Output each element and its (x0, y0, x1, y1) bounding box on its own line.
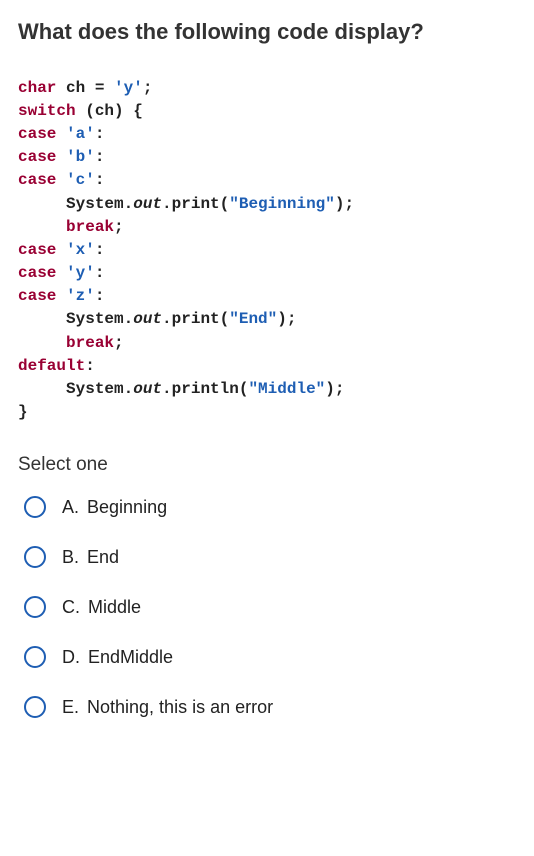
code-token: : (95, 171, 105, 189)
option-a[interactable]: A. Beginning (24, 496, 516, 518)
code-token: "End" (229, 310, 277, 328)
option-letter: B. (62, 547, 79, 568)
code-token: break (66, 334, 114, 352)
code-token (18, 218, 66, 236)
code-block: char ch = 'y'; switch (ch) { case 'a': c… (18, 77, 516, 425)
code-token: : (95, 148, 105, 166)
code-token: break (66, 218, 114, 236)
code-token: (ch) { (76, 102, 143, 120)
code-token: 'b' (66, 148, 95, 166)
radio-icon[interactable] (24, 496, 46, 518)
option-c[interactable]: C. Middle (24, 596, 516, 618)
code-token: ; (114, 218, 124, 236)
code-token: : (95, 264, 105, 282)
code-token: System. (18, 380, 133, 398)
option-letter: E. (62, 697, 79, 718)
code-token: ); (325, 380, 344, 398)
question-title: What does the following code display? (18, 18, 516, 47)
code-token: out (133, 195, 162, 213)
code-token: 'y' (66, 264, 95, 282)
option-letter: C. (62, 597, 80, 618)
code-token: : (95, 125, 105, 143)
code-token (18, 334, 66, 352)
radio-icon[interactable] (24, 596, 46, 618)
option-label: C. Middle (62, 597, 141, 618)
code-token: out (133, 310, 162, 328)
code-token: switch (18, 102, 76, 120)
option-e[interactable]: E. Nothing, this is an error (24, 696, 516, 718)
option-letter: A. (62, 497, 79, 518)
code-token: "Middle" (248, 380, 325, 398)
code-token: 'y' (114, 79, 143, 97)
code-token: } (18, 403, 28, 421)
code-token: 'c' (66, 171, 95, 189)
code-token: : (95, 241, 105, 259)
code-token: 'z' (66, 287, 95, 305)
code-token: .print( (162, 195, 229, 213)
option-text: Nothing, this is an error (87, 697, 273, 718)
code-token: case (18, 287, 66, 305)
option-text: EndMiddle (88, 647, 173, 668)
code-token: : (95, 287, 105, 305)
code-token: ); (277, 310, 296, 328)
radio-icon[interactable] (24, 646, 46, 668)
radio-icon[interactable] (24, 696, 46, 718)
option-text: Middle (88, 597, 141, 618)
option-text: Beginning (87, 497, 167, 518)
code-token: case (18, 148, 66, 166)
options-list: A. Beginning B. End C. Middle D. EndMidd… (18, 496, 516, 718)
option-text: End (87, 547, 119, 568)
option-label: D. EndMiddle (62, 647, 173, 668)
option-d[interactable]: D. EndMiddle (24, 646, 516, 668)
code-token: ); (335, 195, 354, 213)
option-b[interactable]: B. End (24, 546, 516, 568)
code-token: case (18, 264, 66, 282)
option-label: B. End (62, 547, 119, 568)
code-token: ; (114, 334, 124, 352)
code-token: "Beginning" (229, 195, 335, 213)
code-token: ; (143, 79, 153, 97)
code-token: System. (18, 310, 133, 328)
code-token: default (18, 357, 85, 375)
code-token: 'x' (66, 241, 95, 259)
code-token: ch = (56, 79, 114, 97)
option-label: E. Nothing, this is an error (62, 697, 273, 718)
code-token: case (18, 171, 66, 189)
code-token: case (18, 125, 66, 143)
option-letter: D. (62, 647, 80, 668)
code-token: 'a' (66, 125, 95, 143)
code-token: out (133, 380, 162, 398)
option-label: A. Beginning (62, 497, 167, 518)
code-token: .println( (162, 380, 248, 398)
radio-icon[interactable] (24, 546, 46, 568)
code-token: char (18, 79, 56, 97)
code-token: : (85, 357, 95, 375)
select-one-label: Select one (18, 454, 516, 476)
code-token: case (18, 241, 66, 259)
code-token: System. (18, 195, 133, 213)
code-token: .print( (162, 310, 229, 328)
